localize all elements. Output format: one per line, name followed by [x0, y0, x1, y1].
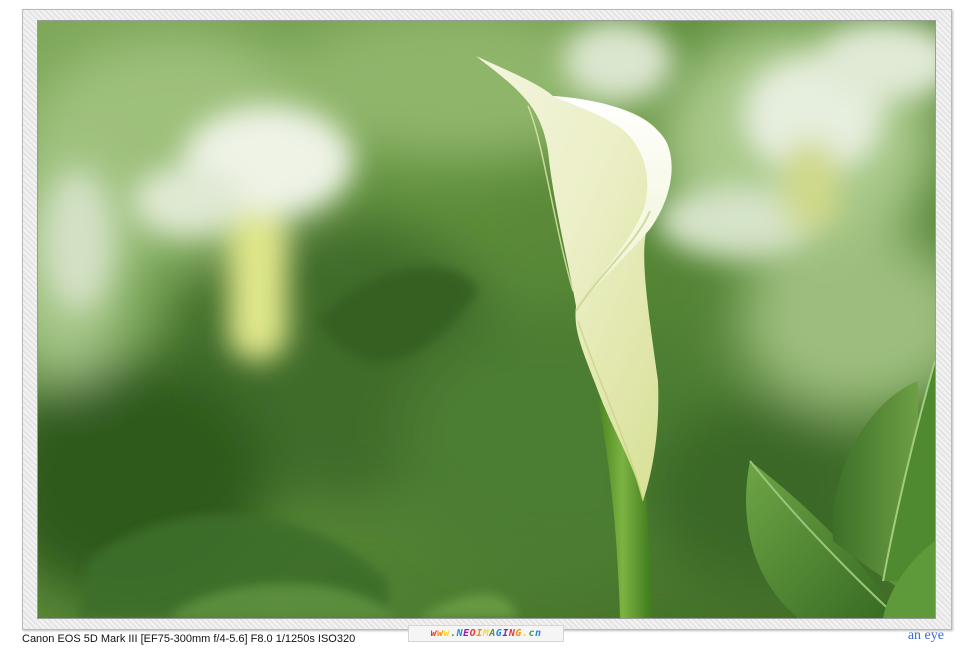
watermark-logo: www.NEOIMAGING.cn — [408, 625, 564, 642]
photo-page: Canon EOS 5D Mark III [EF75-300mm f/4-5.… — [0, 0, 975, 650]
exif-caption: Canon EOS 5D Mark III [EF75-300mm f/4-5.… — [22, 633, 356, 645]
calla-lily-photo — [37, 20, 936, 619]
signature-text: an eye — [907, 628, 944, 643]
watermark-text: www.NEOIMAGING.cn — [430, 628, 542, 639]
photo-illustration — [38, 21, 935, 618]
